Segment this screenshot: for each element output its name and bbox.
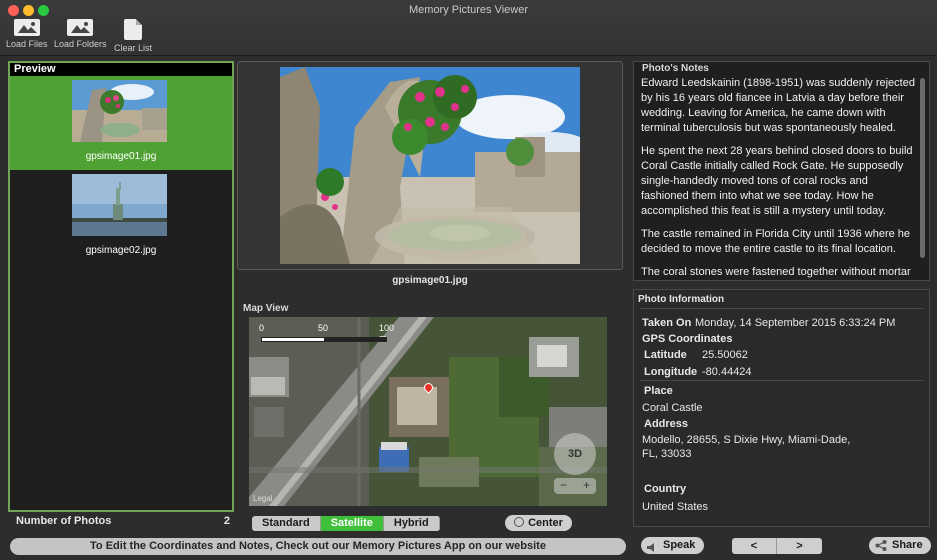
load-folders-button[interactable]: Load Folders bbox=[54, 19, 107, 49]
longitude-value: -80.44424 bbox=[702, 366, 752, 378]
taken-on-value: Monday, 14 September 2015 6:33:24 PM bbox=[695, 317, 896, 329]
photo-frame bbox=[237, 61, 623, 270]
gps-label: GPS Coordinates bbox=[642, 333, 733, 345]
center-map-button[interactable]: Center bbox=[505, 515, 572, 531]
speak-button[interactable]: Speak bbox=[641, 537, 704, 554]
info-header: Photo Information bbox=[638, 294, 725, 305]
crosshair-icon bbox=[514, 517, 525, 527]
speak-label: Speak bbox=[663, 539, 696, 551]
notes-scrollbar[interactable] bbox=[920, 78, 925, 258]
thumbnail-caption: gpsimage02.jpg bbox=[85, 245, 157, 256]
image-icon bbox=[13, 19, 40, 36]
load-files-label: Load Files bbox=[6, 39, 48, 49]
map-title: Map View bbox=[243, 303, 289, 314]
notes-paragraph: He spent the next 28 years behind closed… bbox=[641, 145, 913, 217]
country-label: Country bbox=[644, 483, 687, 495]
divider bbox=[640, 308, 924, 309]
taken-on-label: Taken On bbox=[642, 317, 692, 329]
map-legal-link[interactable]: Legal bbox=[253, 494, 273, 503]
speaker-icon bbox=[647, 541, 657, 552]
address-line-1: Modello, 28655, S Dixie Hwy, Miami-Dade, bbox=[642, 434, 851, 446]
notes-paragraph: Edward Leedskainin (1898-1951) was sudde… bbox=[641, 77, 915, 134]
zoom-control[interactable]: − + bbox=[554, 478, 596, 494]
latitude-value: 25.50062 bbox=[702, 349, 748, 361]
window-title: Memory Pictures Viewer bbox=[409, 4, 528, 16]
photo-information-panel: Photo Information Taken On Monday, 14 Se… bbox=[633, 289, 930, 527]
scale-label-0: 0 bbox=[259, 323, 265, 333]
address-label: Address bbox=[644, 418, 689, 430]
center-label: Center bbox=[528, 517, 563, 529]
country-value: United States bbox=[642, 501, 709, 513]
map-mode-satellite[interactable]: Satellite bbox=[320, 516, 384, 531]
map-mode-standard[interactable]: Standard bbox=[252, 516, 321, 531]
longitude-label: Longitude bbox=[644, 366, 698, 378]
folder-image-icon bbox=[67, 19, 94, 36]
promo-banner-link[interactable]: To Edit the Coordinates and Notes, Check… bbox=[10, 538, 626, 555]
document-icon bbox=[124, 19, 142, 40]
photo-caption: gpsimage01.jpg bbox=[392, 275, 468, 286]
address-line-2: FL, 33033 bbox=[642, 448, 692, 460]
thumbnail-image bbox=[72, 174, 167, 236]
latitude-label: Latitude bbox=[644, 349, 687, 361]
photo-count-value: 2 bbox=[223, 515, 230, 527]
preview-header: Preview bbox=[10, 63, 232, 76]
notes-paragraph: The castle remained in Florida City unti… bbox=[641, 228, 911, 255]
clear-list-button[interactable]: Clear List bbox=[114, 19, 152, 53]
share-icon bbox=[875, 540, 887, 551]
preview-item-gpsimage01[interactable]: gpsimage01.jpg bbox=[10, 76, 232, 170]
zoom-in-icon[interactable]: + bbox=[583, 478, 590, 492]
notes-paragraph: The coral stones were fastened together … bbox=[641, 266, 911, 278]
photo-notes-panel: Photo's Notes Edward Leedskainin (1898-1… bbox=[633, 61, 930, 281]
map-3d-compass-control[interactable]: 3D bbox=[554, 433, 596, 475]
preview-item-gpsimage02[interactable]: gpsimage02.jpg bbox=[10, 170, 232, 264]
scale-label-50: 50 bbox=[318, 323, 329, 333]
load-folders-label: Load Folders bbox=[54, 39, 107, 49]
thumbnail-image bbox=[72, 80, 167, 142]
share-button[interactable]: Share bbox=[869, 537, 931, 554]
photo-navigation: < > bbox=[732, 538, 822, 554]
photo-count-label: Number of Photos bbox=[16, 515, 112, 527]
photo-count-row: Number of Photos 2 bbox=[8, 513, 234, 529]
notes-text[interactable]: Edward Leedskainin (1898-1951) was sudde… bbox=[641, 76, 917, 279]
map-scale-bar: 0 50 100 m bbox=[259, 323, 394, 347]
title-bar: Memory Pictures Viewer Load Files Load F… bbox=[0, 0, 937, 56]
preview-panel: Preview gpsimage01.jpg gpsimage02.jpg bbox=[8, 61, 234, 512]
map-type-selector: Standard Satellite Hybrid bbox=[252, 516, 440, 531]
place-value: Coral Castle bbox=[642, 402, 703, 414]
map-view[interactable]: 0 50 100 m 3D − + Legal bbox=[249, 317, 607, 506]
main-photo[interactable] bbox=[280, 67, 580, 264]
compass-3d-label: 3D bbox=[567, 448, 583, 460]
divider bbox=[640, 380, 924, 381]
zoom-out-icon[interactable]: − bbox=[560, 478, 567, 492]
load-files-button[interactable]: Load Files bbox=[6, 19, 48, 49]
thumbnail-caption: gpsimage01.jpg bbox=[85, 151, 157, 162]
map-mode-hybrid[interactable]: Hybrid bbox=[383, 516, 440, 531]
share-label: Share bbox=[892, 539, 923, 551]
previous-photo-button[interactable]: < bbox=[732, 538, 777, 554]
place-label: Place bbox=[644, 385, 673, 397]
next-photo-button[interactable]: > bbox=[777, 538, 822, 554]
clear-list-label: Clear List bbox=[114, 43, 153, 53]
notes-header: Photo's Notes bbox=[642, 63, 709, 74]
